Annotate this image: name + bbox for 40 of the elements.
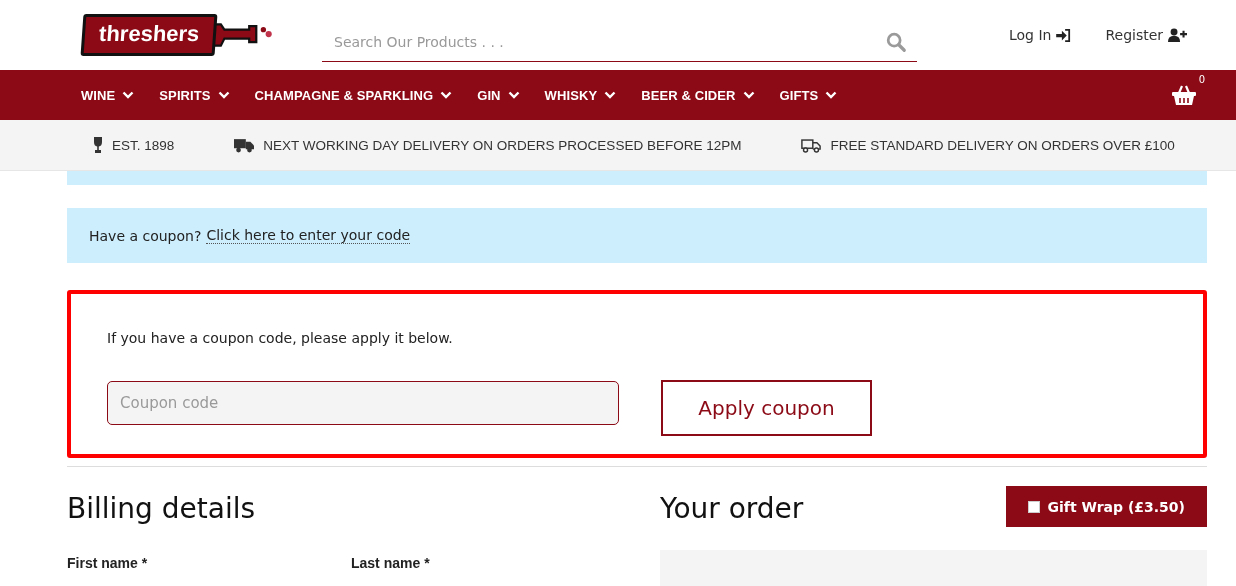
gift-wrap-checkbox[interactable]: Gift Wrap (£3.50) — [1005, 486, 1207, 527]
nav-menu-item[interactable]: WHISKY — [544, 87, 617, 103]
order-title: Your order — [660, 492, 804, 525]
notice-text: Have a coupon? — [89, 227, 202, 244]
logo[interactable]: threshers — [80, 14, 218, 56]
chevron-down-icon — [825, 91, 838, 99]
coupon-prompt: If you have a coupon code, please apply it below. — [107, 330, 453, 346]
search-field[interactable]: Search Our Products . . . — [322, 22, 917, 62]
info-text: EST. 1898 — [112, 137, 175, 153]
field-label: Last name * — [351, 555, 431, 571]
billing-title: Billing details — [67, 492, 257, 525]
user-plus-icon — [1168, 28, 1188, 42]
chevron-down-icon — [122, 91, 135, 99]
nav-menu-item[interactable]: GIN — [477, 87, 520, 103]
field-label: First name * — [67, 555, 149, 571]
truck-icon — [234, 137, 255, 153]
cart-count: 0 — [1198, 74, 1205, 85]
chevron-down-icon — [604, 91, 617, 99]
info-text: FREE STANDARD DELIVERY ON ORDERS OVER £100 — [830, 137, 1175, 153]
coupon-code-field[interactable]: Coupon code — [107, 381, 619, 425]
chevron-down-icon — [742, 91, 755, 99]
nav-menu-item[interactable]: CHAMPAGNE & SPARKLING — [254, 87, 453, 103]
apply-coupon-button[interactable]: Apply coupon — [661, 380, 872, 436]
checkbox[interactable] — [1027, 500, 1040, 513]
enter-code-link[interactable]: Click here to enter your code — [206, 227, 411, 244]
sign-in-icon — [1056, 28, 1072, 42]
nav-menu-item[interactable]: WINE — [81, 87, 135, 103]
nav-menu-item[interactable]: SPIRITS — [159, 87, 230, 103]
nav-menu-item[interactable]: BEER & CIDER — [641, 87, 755, 103]
truck-outline-icon — [801, 137, 822, 153]
nav-menu-item[interactable]: GIFTS — [779, 87, 838, 103]
register-link[interactable]: Register — [1105, 27, 1188, 43]
chevron-down-icon — [217, 91, 230, 99]
wine-glass-icon — [93, 137, 103, 153]
login-link[interactable]: Log In — [1009, 27, 1072, 43]
basket-icon — [1172, 85, 1196, 105]
chevron-down-icon — [507, 91, 520, 99]
info-text: NEXT WORKING DAY DELIVERY ON ORDERS PROCESSED BEFORE 12PM — [263, 137, 742, 153]
search-icon — [885, 31, 907, 53]
chevron-down-icon — [440, 91, 453, 99]
